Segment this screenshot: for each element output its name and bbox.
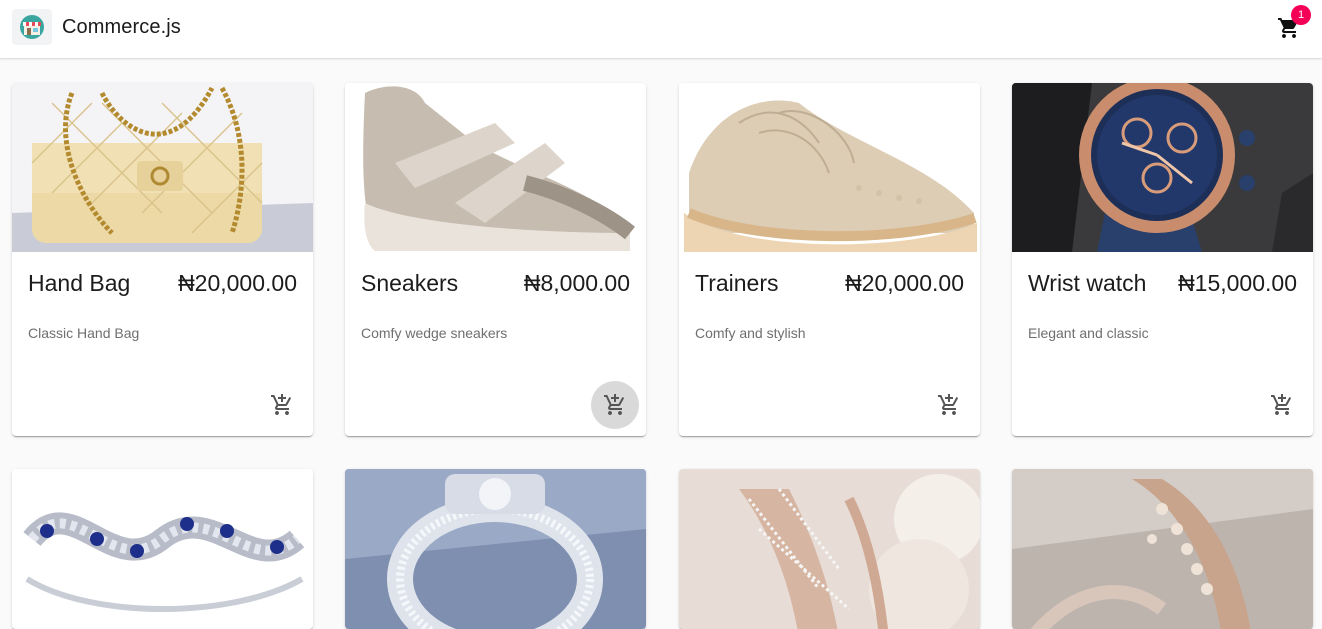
- product-card: Hand Bag ₦20,000.00 Classic Hand Bag: [12, 83, 313, 436]
- product-description: Comfy and stylish: [695, 325, 806, 341]
- product-image-handbag[interactable]: [12, 83, 313, 252]
- product-description: Comfy wedge sneakers: [361, 325, 508, 341]
- app-bar: Commerce.js 1: [0, 0, 1322, 59]
- add-to-cart-button[interactable]: [591, 381, 639, 429]
- product-card: [12, 469, 313, 629]
- product-name: Hand Bag: [28, 270, 131, 296]
- add-to-cart-button[interactable]: [925, 381, 973, 429]
- product-image-trainers[interactable]: [679, 83, 980, 252]
- product-card: [345, 469, 646, 629]
- product-image-heels[interactable]: [679, 469, 980, 629]
- product-image-bracelet[interactable]: [12, 469, 313, 629]
- add-shopping-cart-icon: [270, 393, 294, 417]
- add-shopping-cart-icon: [937, 393, 961, 417]
- product-price: ₦20,000.00: [178, 270, 297, 296]
- product-name: Trainers: [695, 270, 779, 296]
- product-name: Wrist watch: [1028, 270, 1147, 296]
- add-shopping-cart-icon: [603, 393, 627, 417]
- product-price: ₦15,000.00: [1178, 270, 1297, 296]
- product-price: ₦8,000.00: [523, 270, 630, 296]
- store-logo-icon: [12, 9, 52, 45]
- add-to-cart-button[interactable]: [1258, 381, 1306, 429]
- add-shopping-cart-icon: [1270, 393, 1294, 417]
- product-card: [1012, 469, 1313, 629]
- product-card: Wrist watch ₦15,000.00 Elegant and class…: [1012, 83, 1313, 436]
- brand[interactable]: Commerce.js: [12, 9, 181, 45]
- add-to-cart-button[interactable]: [258, 381, 306, 429]
- product-image-sneakers[interactable]: [345, 83, 646, 252]
- product-description: Elegant and classic: [1028, 325, 1149, 341]
- product-image-jeweled-heels[interactable]: [1012, 469, 1313, 629]
- product-card: Sneakers ₦8,000.00 Comfy wedge sneakers: [345, 83, 646, 436]
- product-image-wrist-watch[interactable]: [1012, 83, 1313, 252]
- product-description: Classic Hand Bag: [28, 325, 140, 341]
- app-title: Commerce.js: [62, 15, 181, 38]
- cart-count-badge: 1: [1291, 5, 1311, 25]
- product-card: Trainers ₦20,000.00 Comfy and stylish: [679, 83, 980, 436]
- product-image-ring[interactable]: [345, 469, 646, 629]
- product-name: Sneakers: [361, 270, 459, 296]
- product-price: ₦20,000.00: [845, 270, 964, 296]
- product-card: [679, 469, 980, 629]
